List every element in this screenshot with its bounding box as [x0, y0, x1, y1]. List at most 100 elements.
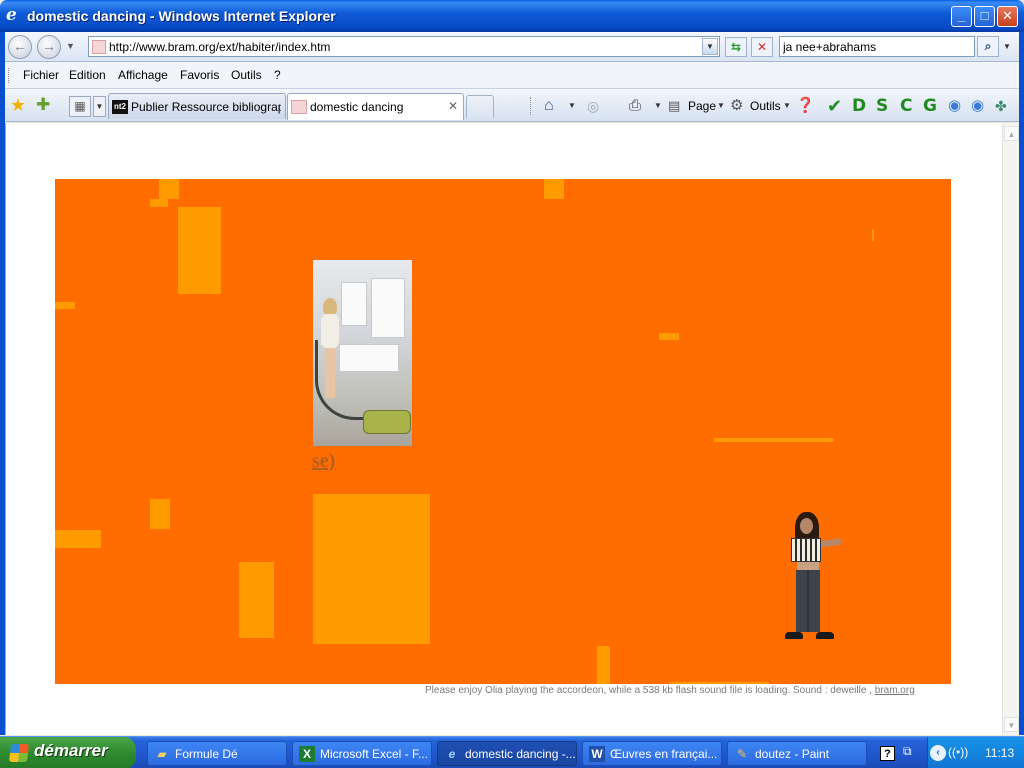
start-button[interactable]: démarrer: [0, 737, 136, 768]
url-input[interactable]: [109, 38, 699, 55]
help-icon[interactable]: ❓: [796, 96, 815, 116]
tab-bar: ★ ✚ ▦ ▼ nt2 Publier Ressource bibliograp…: [0, 89, 1024, 122]
print-icon[interactable]: ⎙: [629, 96, 641, 116]
quick-tabs-icon[interactable]: ▦: [69, 96, 91, 117]
feeds-icon[interactable]: ◎: [587, 96, 599, 116]
bram-org-link[interactable]: bram.org: [875, 685, 915, 696]
orange-block: [714, 438, 834, 442]
menu-outils[interactable]: Outils: [231, 68, 262, 82]
flash-animation[interactable]: se): [55, 179, 951, 684]
orange-block: [659, 333, 679, 340]
vacuum-cleaner: [363, 410, 411, 434]
history-dropdown-icon[interactable]: ▼: [66, 41, 75, 51]
ie-icon: e: [6, 5, 17, 25]
kitchen-cabinet: [371, 278, 405, 338]
menu-help[interactable]: ?: [274, 68, 281, 82]
toolbar-s-button[interactable]: S: [876, 96, 888, 116]
tab-list-dropdown-icon[interactable]: ▼: [93, 96, 106, 117]
vertical-scrollbar[interactable]: ▲ ▼: [1002, 123, 1019, 735]
orange-block: [544, 179, 564, 199]
toolbar-grip[interactable]: [530, 97, 532, 115]
print-dropdown-icon[interactable]: ▼: [654, 96, 662, 116]
search-icon[interactable]: ⌕: [977, 36, 999, 57]
add-favorite-icon[interactable]: ✚: [36, 95, 50, 115]
orange-block: [669, 682, 769, 684]
menu-bar: Fichier Edition Affichage Favoris Outils…: [0, 62, 1024, 89]
windows-logo-icon: [9, 744, 29, 762]
menu-edition[interactable]: Edition: [69, 68, 106, 82]
task-domestic-dancing[interactable]: e domestic dancing -...: [437, 741, 577, 766]
task-paint[interactable]: ✎ doutez - Paint: [727, 741, 867, 766]
scroll-down-icon[interactable]: ▼: [1004, 717, 1019, 732]
orange-block: [55, 530, 101, 548]
vacuuming-photo: [313, 260, 412, 446]
stop-button[interactable]: ✕: [751, 37, 773, 57]
title-bar: e domestic dancing - Windows Internet Ex…: [0, 0, 1024, 32]
search-input[interactable]: [783, 38, 971, 55]
tools-menu-button[interactable]: Outils: [750, 96, 781, 116]
tray-expand-icon[interactable]: ‹: [930, 745, 946, 761]
accordion: [791, 538, 821, 562]
word-icon: W: [589, 746, 605, 762]
vacuum-hose: [315, 340, 371, 420]
maximize-button[interactable]: □: [974, 6, 995, 27]
close-button[interactable]: ✕: [997, 6, 1018, 27]
clock[interactable]: 11:13: [985, 746, 1014, 760]
favorites-star-icon[interactable]: ★: [10, 95, 26, 116]
globe-icon[interactable]: ◉: [948, 96, 961, 116]
nt2-favicon-icon: nt2: [112, 100, 128, 114]
tab-label: Publier Ressource bibliograph...: [131, 100, 281, 114]
task-word[interactable]: W Œuvres en françai...: [582, 741, 722, 766]
address-bar: ← → ▼ ▼ ⇆ ✕ ⌕ ▼: [0, 32, 1024, 62]
toolbar-grip[interactable]: [8, 68, 11, 83]
orange-block: [239, 562, 274, 638]
task-formule-de[interactable]: ▰ Formule Dé: [147, 741, 287, 766]
paint-icon: ✎: [736, 747, 748, 761]
refresh-button[interactable]: ⇆: [725, 37, 747, 57]
home-dropdown-icon[interactable]: ▼: [568, 96, 576, 116]
tab-label: domestic dancing: [310, 100, 404, 114]
close-tab-icon[interactable]: ✕: [448, 99, 458, 113]
toolbar-c-button[interactable]: C: [900, 96, 912, 116]
excel-icon: X: [299, 746, 315, 762]
network-icon[interactable]: ((•)): [948, 745, 968, 759]
forward-button[interactable]: →: [37, 35, 61, 59]
orange-block: [55, 302, 75, 309]
back-button[interactable]: ←: [8, 35, 32, 59]
help-icon[interactable]: ?: [880, 746, 895, 761]
extension-icon[interactable]: ✤: [995, 96, 1007, 116]
orange-block: [150, 499, 170, 529]
page-dropdown-icon[interactable]: ▼: [717, 96, 725, 116]
orange-block: [178, 207, 221, 294]
orange-block: [159, 179, 179, 199]
menu-affichage[interactable]: Affichage: [118, 68, 168, 82]
page-icon: ▤: [668, 98, 681, 113]
new-tab-button[interactable]: [466, 95, 494, 118]
menu-fichier[interactable]: Fichier: [23, 68, 59, 82]
tab-publier-ressource[interactable]: nt2 Publier Ressource bibliograph...: [108, 93, 286, 119]
home-icon[interactable]: ⌂: [544, 96, 554, 116]
page-menu-button[interactable]: Page: [688, 96, 716, 116]
minimize-button[interactable]: _: [951, 6, 972, 27]
window-title: domestic dancing - Windows Internet Expl…: [27, 8, 336, 24]
tools-dropdown-icon[interactable]: ▼: [783, 96, 791, 116]
task-excel[interactable]: X Microsoft Excel - F...: [292, 741, 432, 766]
toolbar-g-button[interactable]: G: [923, 96, 937, 116]
url-dropdown-icon[interactable]: ▼: [702, 38, 718, 55]
scroll-up-icon[interactable]: ▲: [1004, 126, 1019, 141]
window-frame: [1019, 32, 1024, 735]
search-options-dropdown-icon[interactable]: ▼: [1000, 36, 1014, 57]
globe-icon[interactable]: ◉: [971, 96, 984, 116]
desktop-switch-icon[interactable]: ⧉: [903, 744, 912, 759]
taskbar: démarrer ▰ Formule Dé X Microsoft Excel …: [0, 736, 1024, 768]
check-icon[interactable]: ✔: [827, 96, 842, 116]
toolbar-d-button[interactable]: D: [852, 96, 866, 116]
ie-icon: e: [448, 747, 456, 761]
accordion-player-figure: [783, 512, 845, 642]
menu-favoris[interactable]: Favoris: [180, 68, 219, 82]
caption-link-fragment[interactable]: se): [312, 450, 335, 473]
page-favicon-icon: [291, 100, 307, 114]
loading-note-text: Please enjoy Olia playing the accordeon,…: [425, 685, 872, 696]
tab-domestic-dancing[interactable]: domestic dancing ✕: [287, 93, 464, 120]
kitchen-cabinet: [341, 282, 367, 326]
